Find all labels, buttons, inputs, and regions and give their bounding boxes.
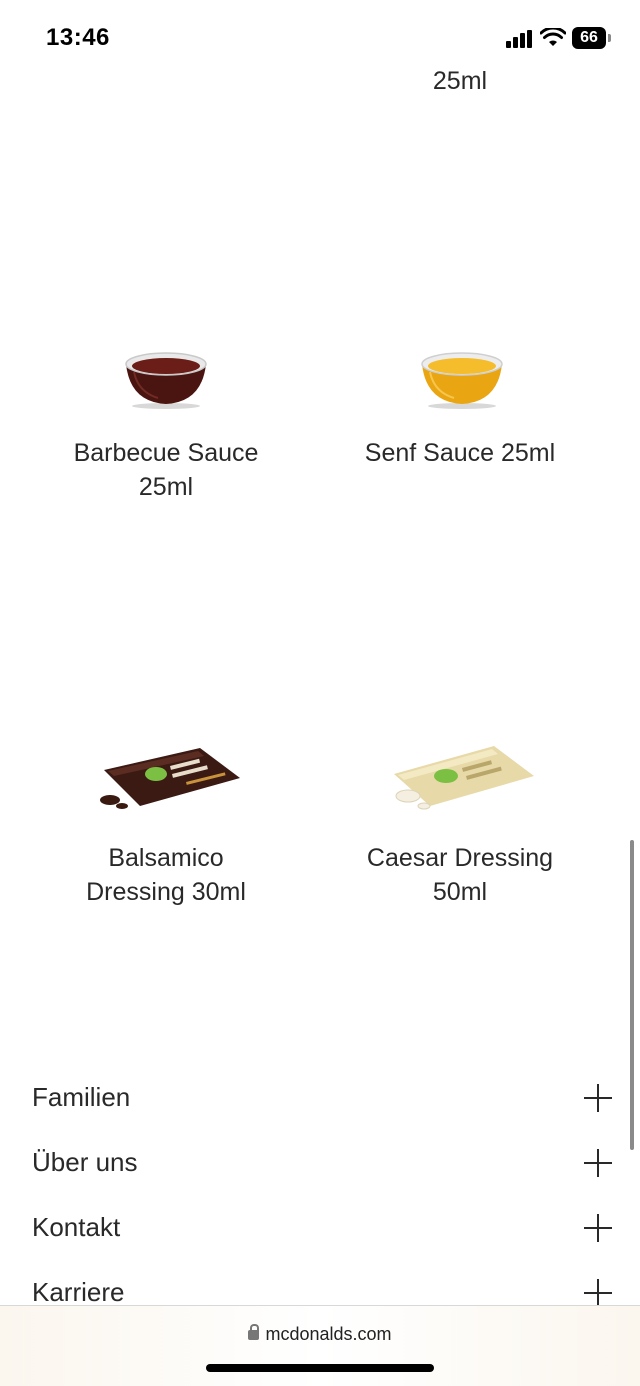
- footer-item-label: Über uns: [32, 1147, 138, 1177]
- product-name[interactable]: Senf Sauce 25ml: [320, 436, 600, 470]
- footer-item-label: Karriere: [32, 1277, 125, 1307]
- product-name[interactable]: Caesar Dressing 50ml: [320, 841, 600, 909]
- url-display[interactable]: mcdonalds.com: [0, 1324, 640, 1345]
- scrollbar[interactable]: [630, 840, 634, 1150]
- wifi-icon: [540, 28, 566, 46]
- lock-icon: [248, 1324, 260, 1341]
- footer-accordion-kontakt[interactable]: Kontakt: [32, 1204, 612, 1254]
- footer-accordion-ueber-uns[interactable]: Über uns: [32, 1139, 612, 1189]
- plus-icon[interactable]: [584, 1149, 612, 1177]
- home-indicator[interactable]: [206, 1364, 434, 1372]
- plus-icon[interactable]: [584, 1214, 612, 1242]
- footer-accordion-familien[interactable]: Familien: [32, 1074, 612, 1124]
- plus-icon[interactable]: [584, 1279, 612, 1307]
- senf-sauce-image[interactable]: [418, 348, 506, 410]
- caesar-dressing-image[interactable]: [388, 744, 538, 812]
- battery-icon: 66: [572, 27, 612, 49]
- url-text: mcdonalds.com: [265, 1324, 392, 1344]
- battery-level: 66: [580, 29, 598, 46]
- product-name[interactable]: Barbecue Sauce 25ml: [26, 436, 306, 504]
- browser-address-bar[interactable]: mcdonalds.com: [0, 1305, 640, 1386]
- status-time: 13:46: [46, 24, 110, 51]
- status-bar: 13:46 66: [0, 0, 640, 70]
- footer-item-label: Kontakt: [32, 1212, 121, 1242]
- footer-item-label: Familien: [32, 1082, 131, 1112]
- balsamico-dressing-image[interactable]: [96, 744, 242, 812]
- plus-icon[interactable]: [584, 1084, 612, 1112]
- product-name[interactable]: Balsamico Dressing 30ml: [26, 841, 306, 909]
- barbecue-sauce-image[interactable]: [122, 348, 210, 410]
- product-name-partial[interactable]: 25ml: [320, 64, 600, 98]
- cellular-signal-icon: [506, 30, 532, 48]
